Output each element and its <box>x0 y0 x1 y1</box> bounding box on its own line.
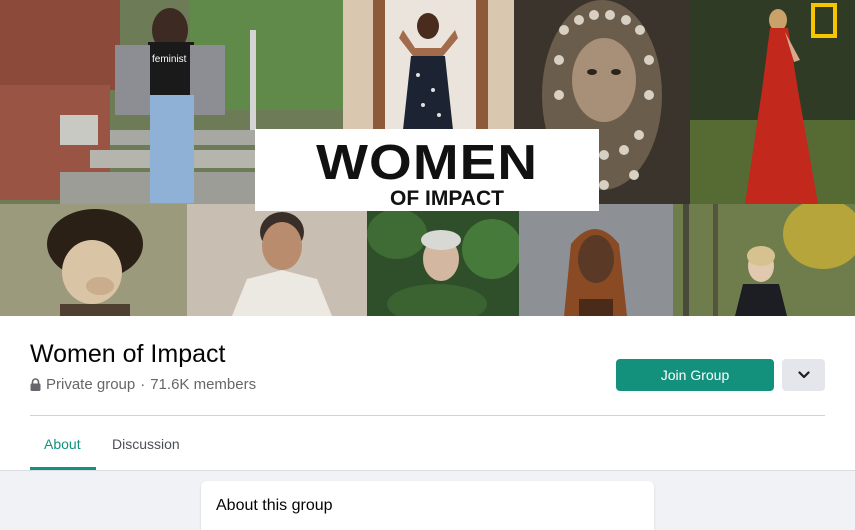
chevron-down-icon <box>797 366 810 384</box>
join-group-button[interactable]: Join Group <box>616 359 774 391</box>
meta-separator: · <box>140 376 146 393</box>
header-divider <box>30 415 825 416</box>
tab-about[interactable]: About <box>44 436 81 452</box>
cover-photo-tile-9 <box>673 204 855 316</box>
cover-photo-tile-5 <box>0 204 187 316</box>
header-bottom-border <box>0 470 855 471</box>
shirt-text: feminist <box>152 54 187 65</box>
member-count[interactable]: 71.6K members <box>150 376 256 393</box>
cover-photo-tile-6 <box>187 204 367 316</box>
cover-photo[interactable]: feminist WOMEN OF IMPACT <box>0 0 855 316</box>
group-title: Women of Impact <box>30 340 226 368</box>
cover-photo-tile-8 <box>519 204 673 316</box>
national-geographic-logo <box>811 3 837 38</box>
about-card: About this group <box>201 481 654 530</box>
tab-discussion[interactable]: Discussion <box>112 436 180 452</box>
cover-title-box: WOMEN OF IMPACT <box>255 129 599 211</box>
about-card-title: About this group <box>216 497 333 514</box>
group-meta: Private group · 71.6K members <box>30 376 256 393</box>
more-options-button[interactable] <box>782 359 825 391</box>
privacy-label: Private group <box>46 376 136 393</box>
lock-icon <box>30 378 41 391</box>
cover-photo-tile-7 <box>367 204 519 316</box>
cover-title-line-1: WOMEN <box>315 136 539 190</box>
cover-photo-tile-4 <box>690 0 855 204</box>
cover-title-line-2: OF IMPACT <box>390 187 504 210</box>
